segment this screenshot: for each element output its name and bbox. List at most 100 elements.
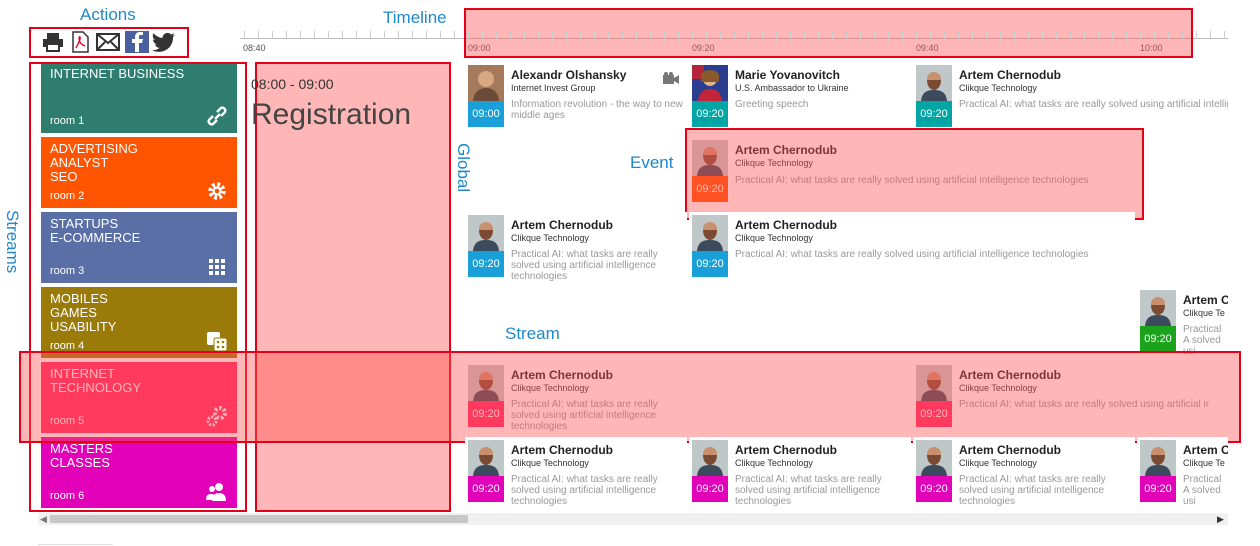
- timeline-tick: [664, 31, 665, 39]
- print-icon[interactable]: [41, 31, 65, 53]
- timeline-tick: [454, 31, 455, 39]
- event-time: 09:20: [1140, 326, 1176, 352]
- timeline-tick: [748, 31, 749, 39]
- stream-title: ADVERTISING ANALYST SEO: [50, 141, 138, 184]
- email-icon[interactable]: [96, 31, 120, 53]
- annotation-event: Event: [630, 153, 674, 172]
- stream-title: INTERNET BUSINESS: [50, 66, 185, 81]
- timeline-tick: [706, 31, 707, 39]
- event-card[interactable]: 09:20 Artem Chernodub Clikque Technology…: [465, 437, 687, 509]
- event-card[interactable]: 09:20 Artem C Clikque Te Practical A sol…: [1137, 437, 1228, 509]
- timeline-tick: [608, 31, 609, 39]
- event-card[interactable]: 09:20 Artem Chernodub Clikque Technology…: [913, 62, 1228, 134]
- timeline-tick: [356, 31, 357, 39]
- scrollbar-thumb[interactable]: [50, 515, 468, 523]
- timeline-tick: [650, 31, 651, 39]
- speaker-org: Clikque Technology: [511, 233, 589, 243]
- timeline-tick: [888, 31, 889, 39]
- event-description: Practical AI: what tasks are really solv…: [959, 474, 1106, 507]
- timeline-tick: [496, 31, 497, 39]
- timeline-tick: [370, 31, 371, 39]
- timeline-tick: [552, 31, 553, 39]
- event-time: 09:20: [692, 251, 728, 277]
- timeline-tick: [426, 31, 427, 39]
- event-time: 09:20: [468, 251, 504, 277]
- event-card[interactable]: 09:20 Marie Yovanovitch U.S. Ambassador …: [689, 62, 911, 134]
- annotation-global: Global: [454, 143, 473, 193]
- speaker-photo: [1140, 440, 1176, 476]
- twitter-icon[interactable]: [152, 31, 176, 53]
- speaker-name: Artem C: [1183, 293, 1228, 307]
- timeline-tick: [482, 31, 483, 39]
- timeline-tick: [314, 31, 315, 39]
- speaker-org: Clikque Technology: [511, 458, 589, 468]
- timeline-tick: [510, 31, 511, 39]
- timeline-tick: [524, 31, 525, 39]
- timeline-tick: [1196, 31, 1197, 39]
- speaker-photo: [692, 215, 728, 251]
- annotation-streams: Streams: [3, 210, 22, 274]
- timeline-tick: [1070, 31, 1071, 39]
- video-camera-icon: [663, 72, 679, 84]
- event-card[interactable]: 09:20 Artem Chernodub Clikque Technology…: [913, 437, 1135, 509]
- timeline-tick: [804, 31, 805, 39]
- timeline-tick: [300, 31, 301, 39]
- speaker-name: Artem Chernodub: [959, 68, 1061, 82]
- event-description: Practical AI: what tasks are really solv…: [735, 474, 882, 507]
- scroll-right-icon[interactable]: ▶: [1217, 514, 1224, 525]
- users-icon: [206, 483, 226, 501]
- event-description: Practical AI: what tasks are really solv…: [959, 99, 1228, 110]
- stream-title: STARTUPS E-COMMERCE: [50, 216, 141, 245]
- timeline-tick: [1182, 31, 1183, 39]
- timeline-tick: [790, 31, 791, 39]
- speaker-photo: [916, 65, 952, 101]
- facebook-icon[interactable]: [125, 31, 149, 53]
- dice-icon: [207, 332, 228, 352]
- timeline-tick: [832, 31, 833, 39]
- timeline-tick: [342, 31, 343, 39]
- speaker-name: Artem C: [1183, 443, 1228, 457]
- event-description: Practical A solved usi: [1183, 474, 1222, 507]
- event-card[interactable]: 09:20 Artem Chernodub Clikque Technology…: [689, 212, 1135, 284]
- annotation-stream: Stream: [505, 324, 560, 343]
- timeline-tick: [678, 31, 679, 39]
- event-card[interactable]: 09:00 Alexandr Olshansky Internet Invest…: [465, 62, 687, 134]
- speaker-name: Artem Chernodub: [735, 443, 837, 457]
- stream-mobiles[interactable]: MOBILES GAMES USABILITY room 4: [41, 287, 237, 358]
- timeline-tick: [846, 31, 847, 39]
- stream-title: MASTERS CLASSES: [50, 441, 113, 470]
- speaker-name: Artem Chernodub: [735, 218, 837, 232]
- stream-startups[interactable]: STARTUPS E-COMMERCE room 3: [41, 212, 237, 283]
- event-card[interactable]: 09:20 Artem Chernodub Clikque Technology…: [465, 212, 687, 284]
- timeline-tick: [580, 31, 581, 39]
- event-time: 09:20: [692, 476, 728, 502]
- event-card[interactable]: 09:20 Artem Chernodub Clikque Technology…: [689, 437, 911, 509]
- timeline-tick: [412, 31, 413, 39]
- event-time: 09:00: [468, 101, 504, 127]
- global-event-title: Registration: [251, 98, 412, 131]
- stream-masters-classes[interactable]: MASTERS CLASSES room 6: [41, 437, 237, 508]
- event-description: Practical AI: what tasks are really solv…: [511, 474, 658, 507]
- scroll-left-icon[interactable]: ◀: [40, 514, 47, 525]
- stream-highlight: [19, 351, 1241, 443]
- timeline-tick: [874, 31, 875, 39]
- annotation-timeline: Timeline: [383, 8, 447, 27]
- grid-icon: [209, 259, 225, 275]
- timeline-tick: [776, 31, 777, 39]
- link-icon: [207, 106, 227, 126]
- speaker-photo: [468, 440, 504, 476]
- timeline-tick: [1028, 31, 1029, 39]
- timeline-tick: [818, 31, 819, 39]
- stream-internet-business[interactable]: INTERNET BUSINESS room 1: [41, 62, 237, 133]
- speaker-name: Artem Chernodub: [511, 443, 613, 457]
- speaker-org: Clikque Technology: [735, 458, 813, 468]
- timeline-tick: [1014, 31, 1015, 39]
- event-card[interactable]: 09:20 Artem C Clikque Te Practical A sol…: [1137, 287, 1228, 359]
- timeline-tick: [1154, 31, 1155, 39]
- stream-advertising[interactable]: ADVERTISING ANALYST SEO room 2: [41, 137, 237, 208]
- pdf-icon[interactable]: [68, 31, 92, 53]
- speaker-org: Clikque Te: [1183, 308, 1225, 318]
- stream-title: MOBILES GAMES USABILITY: [50, 291, 117, 334]
- timeline-tick: [1168, 31, 1169, 39]
- event-description: Practical AI: what tasks are really solv…: [511, 249, 658, 282]
